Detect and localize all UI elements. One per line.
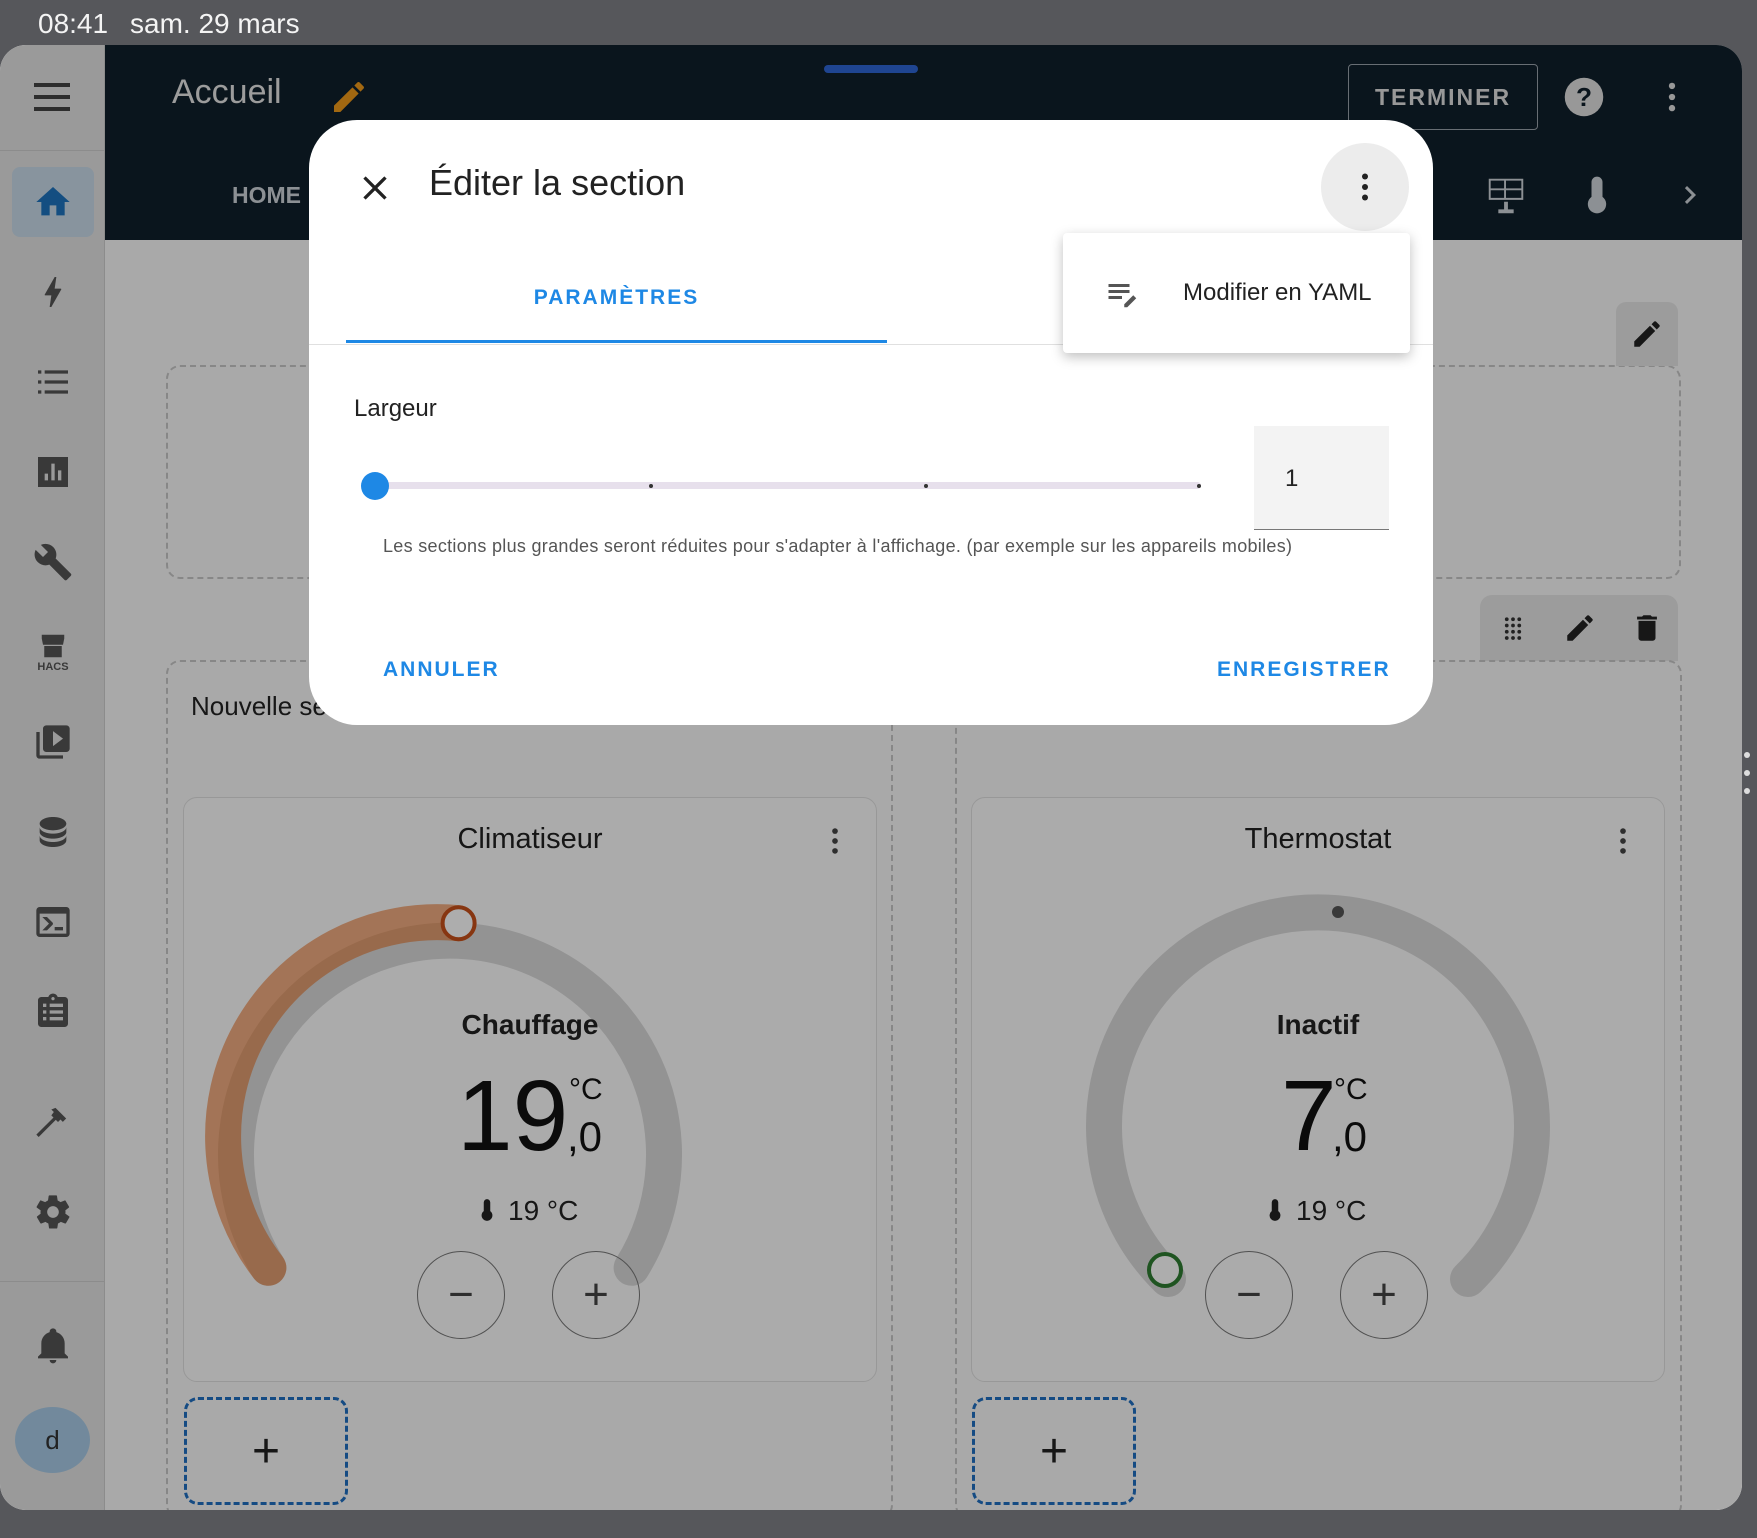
slider-track <box>375 482 1201 489</box>
tab-settings-label: PARAMÈTRES <box>533 286 700 309</box>
tab-settings[interactable]: PARAMÈTRES <box>346 268 887 328</box>
overflow-menu: Modifier en YAML <box>1063 233 1410 353</box>
width-slider[interactable] <box>361 471 1201 501</box>
status-bar: 08:41 sam. 29 mars <box>0 0 1757 45</box>
slider-thumb[interactable] <box>361 472 389 500</box>
tab-indicator <box>346 340 887 343</box>
width-input[interactable]: 1 <box>1254 426 1389 530</box>
window-edge-handle[interactable] <box>1744 752 1754 802</box>
dialog-title: Éditer la section <box>429 162 686 203</box>
menu-item-label: Modifier en YAML <box>1183 279 1372 306</box>
slider-tick <box>924 484 928 488</box>
menu-item-edit-yaml[interactable]: Modifier en YAML <box>1063 233 1410 353</box>
more-vert-icon <box>1362 173 1368 201</box>
save-button[interactable]: ENREGISTRER <box>1217 658 1391 682</box>
slider-tick <box>649 484 653 488</box>
width-input-value: 1 <box>1285 465 1299 492</box>
edit-section-dialog: Éditer la section PARAMÈTRES Largeur 1 L… <box>309 120 1433 725</box>
helper-text: Les sections plus grandes seront réduite… <box>383 536 1293 556</box>
dialog-more-button[interactable] <box>1321 143 1409 231</box>
close-icon[interactable] <box>355 168 395 208</box>
width-label: Largeur <box>354 395 437 422</box>
status-date: sam. 29 mars <box>130 8 300 39</box>
text-edit-icon <box>1108 284 1137 308</box>
slider-tick <box>1197 484 1201 488</box>
status-time: 08:41 <box>38 8 109 39</box>
cancel-button[interactable]: ANNULER <box>383 658 500 682</box>
